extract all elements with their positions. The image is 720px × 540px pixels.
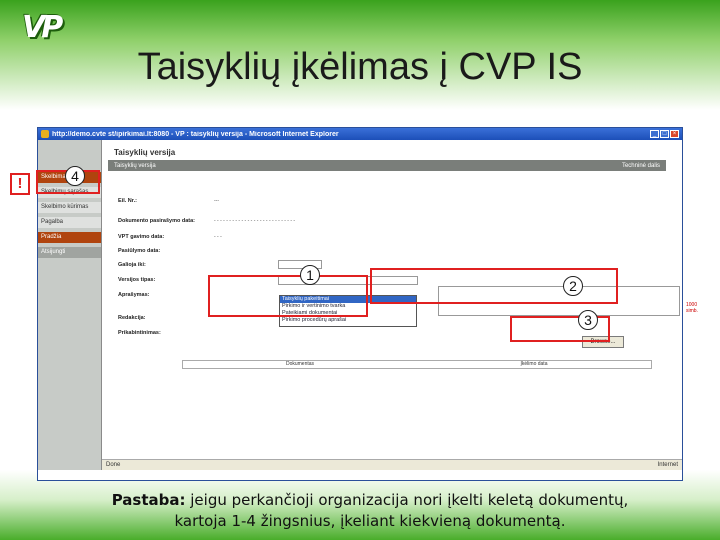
main-content: Taisyklių versija Taisyklių versija Tech…	[102, 140, 698, 470]
field-value-eil-nr: ---	[214, 198, 219, 204]
browser-title: http://demo.cvte st/ipirkimai.lt:8080 - …	[52, 130, 339, 138]
page-header: Taisyklių versija	[114, 148, 176, 157]
sidebar-item-atsijungti[interactable]: Atsijungti	[38, 247, 101, 258]
tab-taisykliu-versija[interactable]: Taisyklių versija	[114, 163, 156, 169]
dropdown-option[interactable]: Pirkimo procedūrų aprašai	[280, 317, 416, 324]
footnote: Pastaba: jeigu perkančioji organizacija …	[40, 490, 700, 532]
sidebar-item-skelbimo-kurimas[interactable]: Skelbimo kūrimas	[38, 202, 101, 213]
field-label-prikabinimas: Prikabintinimas:	[118, 330, 161, 336]
sidebar-item-pradzia[interactable]: Pradžia	[38, 232, 101, 243]
field-value-vpt-gavimo-data: - - -	[214, 234, 222, 240]
ie-icon	[41, 130, 49, 138]
step-badge-2: 2	[563, 276, 583, 296]
field-label-redakcija: Redakcija:	[118, 315, 146, 321]
browser-titlebar: http://demo.cvte st/ipirkimai.lt:8080 - …	[38, 128, 682, 140]
alert-icon: !	[10, 173, 30, 195]
table-col-ikelimo-data: Įkėlimo data	[520, 361, 548, 367]
field-label-eil-nr: Eil. Nr.:	[118, 198, 137, 204]
slide-title: Taisyklių įkėlimas į CVP IS	[137, 46, 583, 88]
field-label-aprasymas: Aprašymas:	[118, 292, 150, 298]
status-done: Done	[106, 462, 121, 468]
step-badge-4: 4	[65, 166, 85, 186]
field-value-pasirasymo-data: - - - - - - - - - - - - - - - - - - - - …	[214, 218, 296, 224]
tab-strip: Taisyklių versija Techninė dalis	[108, 160, 666, 171]
minimize-icon[interactable]: _	[650, 130, 659, 138]
note-line1: jeigu perkančioji organizacija nori įkel…	[190, 491, 629, 509]
tab-technine-dalis[interactable]: Techninė dalis	[622, 163, 660, 169]
field-label-galioja-iki: Galioja iki:	[118, 262, 146, 268]
close-icon[interactable]: ×	[670, 130, 679, 138]
callout-box-1	[208, 275, 368, 317]
field-label-vpt-gavimo-data: VPT gavimo data:	[118, 234, 165, 240]
step-badge-3: 3	[578, 310, 598, 330]
note-label: Pastaba:	[111, 491, 186, 509]
field-label-pasirasymo-data: Dokumento pasirašymo data:	[118, 218, 196, 224]
maximize-icon[interactable]: □	[660, 130, 669, 138]
field-label-pasiulymo-data: Pasiūlymo data:	[118, 248, 161, 254]
table-col-dokumentas: Dokumentas	[285, 361, 315, 367]
char-limit-text: 1000 simb.	[686, 302, 698, 314]
status-zone: Internet	[657, 462, 678, 468]
browser-statusbar: Done Internet	[102, 459, 682, 470]
documents-table-header: Dokumentas Įkėlimo data	[182, 360, 652, 369]
sidebar-item-pagalba[interactable]: Pagalba	[38, 217, 101, 228]
note-line2: kartoja 1-4 žingsnius, įkeliant kiekvien…	[174, 512, 566, 530]
field-label-versijos-tipas: Versijos tipas:	[118, 277, 156, 283]
step-badge-1: 1	[300, 265, 320, 285]
vpt-logo: VP	[22, 10, 63, 45]
